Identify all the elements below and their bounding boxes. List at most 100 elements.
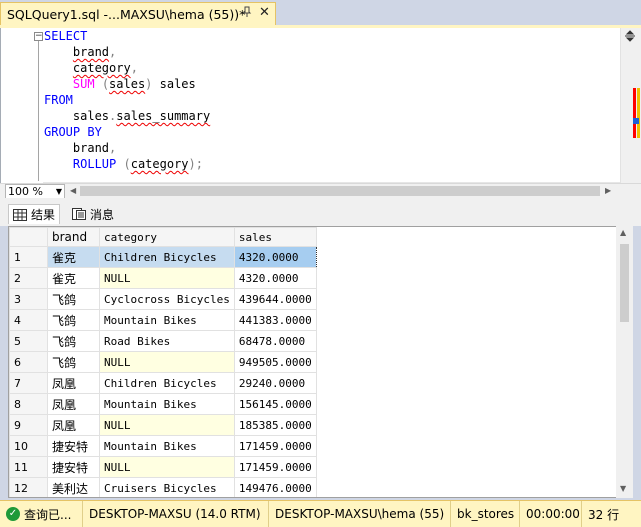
row-number[interactable]: 4 bbox=[9, 309, 48, 331]
table-row[interactable]: 8 凤凰 Mountain Bikes 156145.0000 bbox=[9, 393, 317, 415]
code-line[interactable]: brand, bbox=[44, 140, 210, 156]
cell-brand[interactable]: 凤凰 bbox=[47, 414, 100, 436]
document-tab[interactable]: SQLQuery1.sql -...MAXSU\hema (55))* ✕ bbox=[0, 2, 276, 26]
cell-sales[interactable]: 171459.0000 bbox=[233, 435, 317, 457]
table-row[interactable]: 4 飞鸽 Mountain Bikes 441383.0000 bbox=[9, 309, 317, 331]
code-line[interactable]: ROLLUP (category); bbox=[44, 156, 210, 172]
code-token: ( bbox=[116, 157, 131, 171]
scroll-thumb[interactable] bbox=[620, 244, 629, 322]
cell-category[interactable]: Mountain Bikes bbox=[99, 435, 235, 457]
code-line[interactable]: SUM (sales) sales bbox=[44, 76, 210, 92]
code-line[interactable]: GROUP BY bbox=[44, 124, 210, 140]
scroll-thumb[interactable] bbox=[80, 186, 600, 196]
column-header-brand[interactable]: brand bbox=[47, 227, 100, 247]
cell-sales[interactable]: 149476.0000 bbox=[233, 477, 317, 497]
cell-category[interactable]: Cyclocross Bicycles bbox=[99, 288, 235, 310]
code-line[interactable]: FROM bbox=[44, 92, 210, 108]
tab-results[interactable]: 结果 bbox=[8, 204, 61, 224]
scroll-left-icon[interactable]: ◀ bbox=[70, 186, 76, 195]
row-number[interactable]: 11 bbox=[9, 456, 48, 478]
tab-messages[interactable]: 消息 bbox=[68, 204, 118, 224]
cell-category[interactable]: NULL bbox=[99, 456, 235, 478]
cell-category[interactable]: Mountain Bikes bbox=[99, 309, 235, 331]
row-number[interactable]: 7 bbox=[9, 372, 48, 394]
cell-sales[interactable]: 29240.0000 bbox=[233, 372, 317, 394]
cell-category[interactable]: NULL bbox=[99, 267, 235, 289]
cell-category[interactable]: Road Bikes bbox=[99, 330, 235, 352]
cell-category[interactable]: NULL bbox=[99, 351, 235, 373]
code-token: GROUP BY bbox=[44, 125, 102, 139]
table-row[interactable]: 12 美利达 Cruisers Bicycles 149476.0000 bbox=[9, 477, 317, 497]
table-row[interactable]: 9 凤凰 NULL 185385.0000 bbox=[9, 414, 317, 436]
cell-brand[interactable]: 捷安特 bbox=[47, 435, 100, 457]
row-number-header[interactable] bbox=[9, 227, 48, 247]
cell-brand[interactable]: 飞鸽 bbox=[47, 351, 100, 373]
results-vertical-scrollbar[interactable]: ▲ ▼ bbox=[616, 226, 633, 498]
code-line[interactable]: SELECT bbox=[44, 28, 210, 44]
row-number[interactable]: 8 bbox=[9, 393, 48, 415]
editor-vertical-scrollbar[interactable] bbox=[620, 28, 641, 183]
scroll-up-icon[interactable]: ▲ bbox=[620, 228, 626, 237]
row-number[interactable]: 5 bbox=[9, 330, 48, 352]
close-icon[interactable]: ✕ bbox=[259, 5, 270, 20]
cell-category[interactable]: Cruisers Bicycles bbox=[99, 477, 235, 497]
scroll-right-icon[interactable]: ▶ bbox=[605, 186, 611, 195]
cell-sales[interactable]: 185385.0000 bbox=[233, 414, 317, 436]
table-row[interactable]: 10 捷安特 Mountain Bikes 171459.0000 bbox=[9, 435, 317, 457]
cell-sales[interactable]: 441383.0000 bbox=[233, 309, 317, 331]
cell-brand[interactable]: 飞鸽 bbox=[47, 288, 100, 310]
document-tab-strip: SQLQuery1.sql -...MAXSU\hema (55))* ✕ bbox=[0, 0, 641, 26]
row-number[interactable]: 10 bbox=[9, 435, 48, 457]
cell-brand[interactable]: 雀克 bbox=[47, 246, 100, 268]
cell-brand[interactable]: 凤凰 bbox=[47, 372, 100, 394]
cell-sales[interactable]: 171459.0000 bbox=[233, 456, 317, 478]
cell-sales[interactable]: 439644.0000 bbox=[233, 288, 317, 310]
table-row[interactable]: 3 飞鸽 Cyclocross Bicycles 439644.0000 bbox=[9, 288, 317, 310]
table-row[interactable]: 2 雀克 NULL 4320.0000 bbox=[9, 267, 317, 289]
cell-brand[interactable]: 美利达 bbox=[47, 477, 100, 497]
cell-category[interactable]: Mountain Bikes bbox=[99, 393, 235, 415]
table-row[interactable]: 7 凤凰 Children Bicycles 29240.0000 bbox=[9, 372, 317, 394]
row-number[interactable]: 9 bbox=[9, 414, 48, 436]
column-header-sales[interactable]: sales bbox=[233, 227, 317, 247]
cell-sales[interactable]: 156145.0000 bbox=[233, 393, 317, 415]
pin-icon[interactable] bbox=[241, 6, 253, 21]
cell-brand[interactable]: 飞鸽 bbox=[47, 330, 100, 352]
zoom-select[interactable]: 100 % ▼ bbox=[5, 184, 65, 199]
cell-brand[interactable]: 雀克 bbox=[47, 267, 100, 289]
sql-code[interactable]: SELECT brand, category, SUM (sales) sale… bbox=[44, 28, 210, 172]
row-number[interactable]: 2 bbox=[9, 267, 48, 289]
editor-horizontal-scrollbar[interactable] bbox=[80, 186, 600, 196]
code-line[interactable]: brand, bbox=[44, 44, 210, 60]
table-row[interactable]: 1 雀克 Children Bicycles 4320.0000 bbox=[9, 246, 317, 268]
cell-sales[interactable]: 4320.0000 bbox=[233, 267, 317, 289]
cell-category[interactable]: Children Bicycles bbox=[99, 246, 235, 268]
row-number[interactable]: 3 bbox=[9, 288, 48, 310]
scroll-down-icon[interactable]: ▼ bbox=[620, 484, 626, 493]
cell-brand[interactable]: 捷安特 bbox=[47, 456, 100, 478]
cell-sales[interactable]: 4320.0000 bbox=[233, 246, 317, 268]
results-grid[interactable]: brand category sales 1 雀克 Children Bicycle… bbox=[8, 226, 633, 498]
cell-category[interactable]: Children Bicycles bbox=[99, 372, 235, 394]
change-marker bbox=[633, 88, 636, 138]
cell-category[interactable]: NULL bbox=[99, 414, 235, 436]
row-number[interactable]: 6 bbox=[9, 351, 48, 373]
cell-brand[interactable]: 飞鸽 bbox=[47, 309, 100, 331]
split-window-icon[interactable] bbox=[623, 30, 637, 44]
code-line[interactable]: sales.sales_summary bbox=[44, 108, 210, 124]
cell-sales[interactable]: 949505.0000 bbox=[233, 351, 317, 373]
collapse-icon[interactable]: − bbox=[34, 32, 43, 41]
table-row[interactable]: 11 捷安特 NULL 171459.0000 bbox=[9, 456, 317, 478]
code-token: category bbox=[130, 157, 189, 171]
row-number[interactable]: 1 bbox=[9, 246, 48, 268]
cell-sales[interactable]: 68478.0000 bbox=[233, 330, 317, 352]
query-editor[interactable]: − SELECT brand, category, SUM (sales) sa… bbox=[0, 28, 641, 198]
row-number[interactable]: 12 bbox=[9, 477, 48, 497]
column-header-category[interactable]: category bbox=[99, 227, 235, 247]
cell-brand[interactable]: 凤凰 bbox=[47, 393, 100, 415]
code-line[interactable]: category, bbox=[44, 60, 210, 76]
table-row[interactable]: 6 飞鸽 NULL 949505.0000 bbox=[9, 351, 317, 373]
table-row[interactable]: 5 飞鸽 Road Bikes 68478.0000 bbox=[9, 330, 317, 352]
change-marker bbox=[637, 88, 640, 138]
